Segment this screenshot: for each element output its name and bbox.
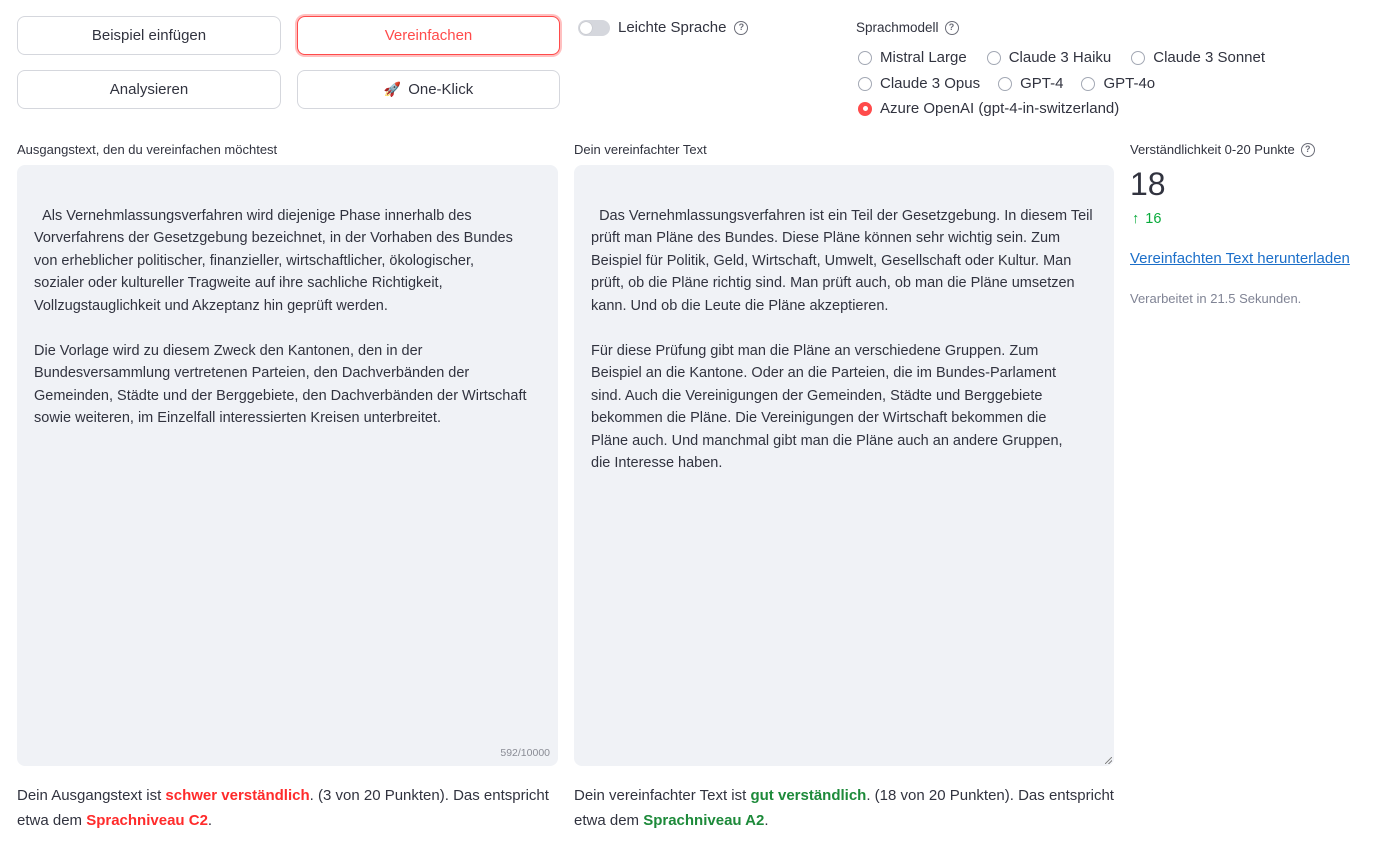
source-textarea[interactable]: Als Vernehmlassungsverfahren wird diejen…: [17, 165, 558, 766]
download-link[interactable]: Vereinfachten Text herunterladen: [1130, 250, 1350, 267]
simplify-button-label: Vereinfachen: [384, 27, 473, 44]
analyze-button-label: Analysieren: [109, 81, 189, 98]
radio-circle: [858, 76, 872, 91]
simplified-language-level: Sprachniveau A2: [643, 812, 765, 829]
model-radio-row-3: Azure OpenAI (gpt-4-in-switzerland): [858, 100, 1119, 117]
simplified-textarea[interactable]: Das Vernehmlassungsverfahren ist ein Tei…: [574, 165, 1114, 766]
easy-language-toggle-row: Leichte Sprache ?: [578, 19, 749, 36]
model-option-claude-3-haiku[interactable]: Claude 3 Haiku: [986, 49, 1112, 66]
score-delta: ↑ 16: [1132, 211, 1161, 227]
source-result-text: Dein Ausgangstext ist schwer verständlic…: [17, 783, 557, 833]
result-text: .: [207, 812, 213, 829]
model-option-label: Claude 3 Haiku: [1008, 49, 1112, 66]
processing-time: Verarbeitet in 21.5 Sekunden.: [1130, 291, 1302, 306]
radio-circle: [986, 50, 1001, 65]
result-text: .: [764, 812, 769, 829]
character-counter: 592/10000: [500, 746, 550, 759]
example-button-label: Beispiel einfügen: [91, 27, 207, 44]
model-option-label: Mistral Large: [880, 49, 967, 66]
model-option-label: Claude 3 Opus: [880, 75, 981, 92]
score-delta-value: 16: [1145, 211, 1162, 227]
comprehensibility-score: 18: [1130, 166, 1166, 202]
model-option-mistral-large[interactable]: Mistral Large: [858, 49, 967, 66]
source-text-label: Ausgangstext, den du vereinfachen möchte…: [17, 142, 278, 157]
radio-circle-selected: [858, 101, 872, 116]
analyze-button[interactable]: Analysieren: [17, 70, 281, 109]
model-option-label: GPT-4: [1020, 75, 1064, 92]
one-click-button-label: One-Klick: [408, 81, 474, 98]
resize-handle-icon[interactable]: [1105, 757, 1112, 764]
arrow-up-icon: ↑: [1132, 211, 1140, 227]
one-click-button[interactable]: 🚀 One-Klick: [297, 70, 560, 109]
model-option-claude-3-sonnet[interactable]: Claude 3 Sonnet: [1131, 49, 1265, 66]
help-icon[interactable]: ?: [1300, 142, 1315, 157]
result-text: Dein vereinfachter Text ist: [574, 787, 751, 804]
simplify-button[interactable]: Vereinfachen: [297, 16, 560, 55]
result-text: Dein Ausgangstext ist: [17, 787, 166, 804]
easy-language-label: Leichte Sprache: [618, 19, 727, 36]
simplified-text-label: Dein vereinfachter Text: [574, 142, 707, 157]
simplified-text: Das Vernehmlassungsverfahren ist ein Tei…: [591, 207, 1093, 472]
model-group-title: Sprachmodell ?: [856, 20, 959, 35]
help-icon[interactable]: ?: [734, 20, 749, 35]
model-option-claude-3-opus[interactable]: Claude 3 Opus: [858, 75, 980, 92]
simplified-rating: gut verständlich: [750, 787, 867, 804]
rocket-icon: 🚀: [383, 81, 402, 97]
metric-label: Verständlichkeit 0-20 Punkte: [1130, 142, 1295, 157]
model-option-gpt-4[interactable]: GPT-4: [998, 75, 1063, 92]
model-option-label: Claude 3 Sonnet: [1153, 49, 1266, 66]
help-icon[interactable]: ?: [944, 20, 959, 35]
radio-circle: [998, 76, 1013, 91]
toggle-knob: [580, 21, 592, 34]
radio-circle: [858, 50, 872, 65]
model-radio-row-1: Mistral Large Claude 3 Haiku Claude 3 So…: [858, 49, 1265, 66]
example-button[interactable]: Beispiel einfügen: [17, 16, 281, 55]
model-radio-row-2: Claude 3 Opus GPT-4 GPT-4o: [858, 75, 1155, 92]
radio-circle: [1081, 76, 1096, 91]
radio-circle: [1131, 50, 1146, 65]
source-text: Als Vernehmlassungsverfahren wird diejen…: [34, 207, 527, 427]
source-language-level: Sprachniveau C2: [86, 812, 208, 829]
model-option-label: GPT-4o: [1103, 75, 1156, 92]
model-option-gpt-4o[interactable]: GPT-4o: [1081, 75, 1155, 92]
source-rating: schwer verständlich: [165, 787, 310, 804]
metric-label-row: Verständlichkeit 0-20 Punkte ?: [1130, 142, 1315, 157]
model-title-label: Sprachmodell: [856, 20, 939, 35]
model-option-azure-openai[interactable]: Azure OpenAI (gpt-4-in-switzerland): [858, 100, 1119, 117]
easy-language-toggle[interactable]: [578, 19, 610, 36]
simplified-result-text: Dein vereinfachter Text ist gut verständ…: [574, 783, 1114, 833]
model-option-label: Azure OpenAI (gpt-4-in-switzerland): [880, 100, 1120, 117]
